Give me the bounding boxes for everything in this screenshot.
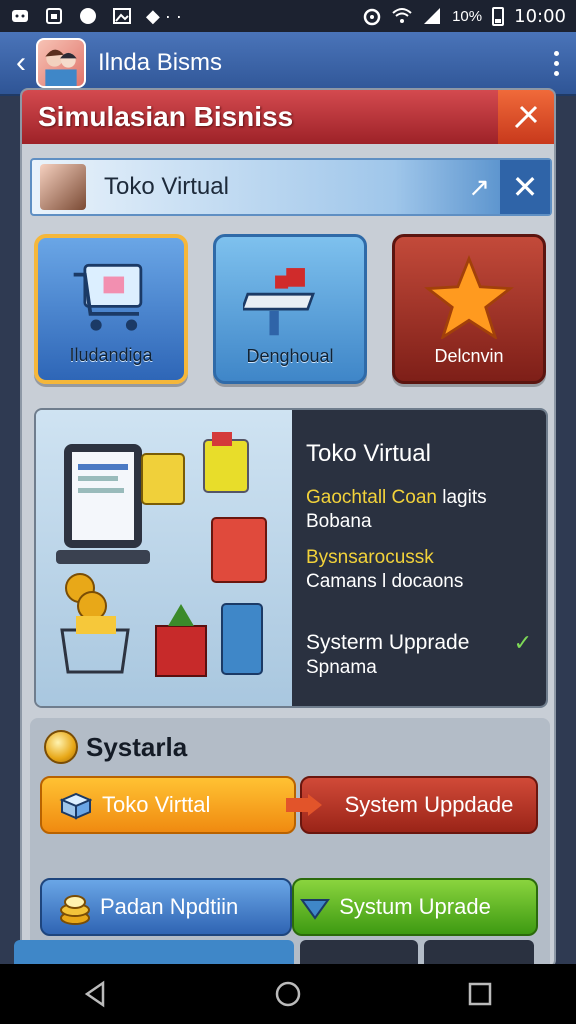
system-update-button[interactable]: System Uppdade	[300, 776, 538, 834]
dots-indicator: ◆ · ·	[146, 5, 182, 26]
button-label: Systum Uprade	[339, 894, 491, 919]
notification-icon	[12, 10, 28, 22]
partial-button-row	[14, 940, 534, 964]
signal-icon	[424, 8, 441, 24]
coin-icon	[44, 730, 78, 764]
check-icon: ✓	[513, 630, 532, 655]
app-title: Ilnda Bisms	[98, 49, 223, 76]
feature-title: Toko Virtual	[306, 440, 431, 467]
simulation-panel: Simulasian Bisniss Toko Virtual ↗ ✕ Ilud…	[20, 88, 556, 968]
feature-line-text: lagits	[442, 487, 487, 508]
gallery-icon	[113, 8, 131, 24]
star-icon	[424, 255, 514, 339]
tile-rewards[interactable]: Delcnvin	[392, 234, 546, 384]
feature-card[interactable]: Toko Virtual Gaochtall Coan lagits Boban…	[34, 408, 548, 708]
feature-line-highlight: Gaochtall Coan	[306, 487, 437, 508]
partial-button[interactable]	[300, 940, 418, 964]
sub-header-title: Toko Virtual	[104, 173, 229, 200]
tile-workshop[interactable]: Denghoual	[213, 234, 367, 384]
system-nav-bar	[0, 964, 576, 1024]
feature-line-4: Camans l docaons	[306, 571, 464, 592]
partial-button[interactable]	[424, 940, 534, 964]
feature-line-2: Bobana	[306, 511, 372, 532]
app-bar: ‹ Ilnda Bisms	[0, 32, 576, 96]
store-illustration	[36, 410, 292, 706]
update-button[interactable]: Padan Npdtiin	[40, 878, 292, 936]
box-icon	[59, 792, 92, 820]
button-label: Padan Npdtiin	[100, 894, 239, 919]
button-label: Toko Virttal	[102, 792, 211, 817]
section-title-text: Systarla	[86, 731, 188, 762]
section-title: Systarla	[44, 730, 187, 764]
more-vert-icon[interactable]	[546, 50, 566, 76]
status-bar: ◆ · · 10% 10:00	[0, 0, 576, 32]
feature-info: Toko Virtual Gaochtall Coan lagits Boban…	[292, 410, 546, 706]
wifi-icon	[392, 8, 412, 23]
tile-label: Iludandiga	[69, 345, 153, 365]
battery-percent: 10%	[452, 7, 483, 25]
workbench-icon	[243, 268, 315, 336]
close-icon[interactable]: ✕	[500, 160, 550, 214]
edit-icon[interactable]: ↗	[468, 172, 490, 203]
feature-line-6: Spnama	[306, 657, 377, 678]
calendar-icon	[46, 8, 62, 24]
tile-label: Denghoual	[246, 346, 334, 366]
coin-stack-icon	[60, 895, 90, 925]
avatar	[40, 164, 86, 210]
system-section: Systarla Toko Virttal System Uppdade Pad…	[30, 718, 550, 966]
cart-icon	[73, 263, 143, 331]
clock: 10:00	[514, 5, 566, 27]
tile-label: Delcnvin	[434, 346, 504, 366]
arrow-right-icon	[286, 794, 322, 816]
tile-shopping[interactable]: Iludandiga	[34, 234, 188, 384]
back-icon[interactable]	[81, 979, 111, 1009]
chevron-left-icon[interactable]: ‹	[10, 46, 32, 79]
feature-line-5: Systerm Upprade	[306, 631, 470, 654]
panel-title: Simulasian Bisniss	[22, 90, 554, 144]
chat-icon	[80, 8, 96, 24]
recents-icon[interactable]	[465, 979, 495, 1009]
partial-button[interactable]	[14, 940, 294, 964]
category-tiles: Iludandiga Denghoual Delcnvin	[34, 234, 546, 386]
close-icon[interactable]	[498, 90, 554, 144]
alarm-icon	[363, 8, 381, 26]
chevron-down-icon	[300, 899, 330, 920]
sub-header: Toko Virtual ↗ ✕	[30, 158, 552, 216]
home-icon[interactable]	[273, 979, 303, 1009]
feature-line-3: Bysnsarocussk	[306, 547, 434, 568]
button-label: System Uppdade	[344, 792, 514, 817]
battery-icon	[492, 7, 505, 26]
avatar[interactable]	[36, 38, 86, 88]
virtual-store-button[interactable]: Toko Virttal	[40, 776, 296, 834]
